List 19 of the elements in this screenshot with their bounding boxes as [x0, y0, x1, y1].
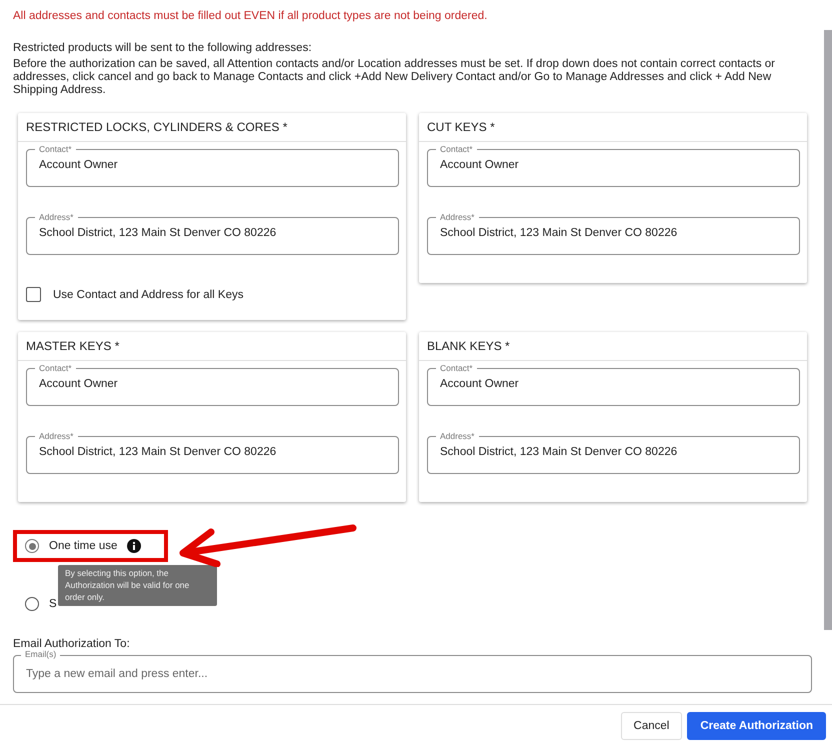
card-title: BLANK KEYS *	[419, 332, 807, 361]
intro-heading: Restricted products will be sent to the following addresses:	[13, 42, 313, 54]
tooltip: By selecting this option, the Authorization will be valid for one order only.	[58, 565, 217, 606]
radio-label: One time use	[49, 540, 118, 552]
card-title: MASTER KEYS *	[18, 332, 406, 361]
radio-button[interactable]	[25, 597, 39, 611]
checkbox[interactable]	[26, 287, 41, 302]
info-icon[interactable]	[127, 539, 142, 553]
warning-text: All addresses and contacts must be filled out EVEN if all product types are not being ordered.	[13, 10, 488, 22]
card-title: RESTRICTED LOCKS, CYLINDERS & CORES *	[18, 113, 406, 142]
email-heading: Email Authorization To:	[13, 638, 131, 650]
intro-text: Before the authorization can be saved, all Attention contacts and/or Location addresses must be set. If drop down does not contain correct contacts or addresses, click cancel and go back to Manage Contacts and click +Add New Delivery Contact and/or Go to Manage Addresses and click + Add New Shipping Address.	[13, 58, 776, 97]
create-button[interactable]: Create Authorization	[687, 712, 826, 740]
radio-label: S	[49, 598, 57, 610]
field-label: Email(s)	[21, 649, 60, 659]
card-title: CUT KEYS *	[419, 113, 807, 142]
radio-button[interactable]	[25, 539, 39, 553]
checkbox-label: Use Contact and Address for all Keys	[53, 288, 244, 300]
cancel-button[interactable]: Cancel	[620, 712, 682, 740]
